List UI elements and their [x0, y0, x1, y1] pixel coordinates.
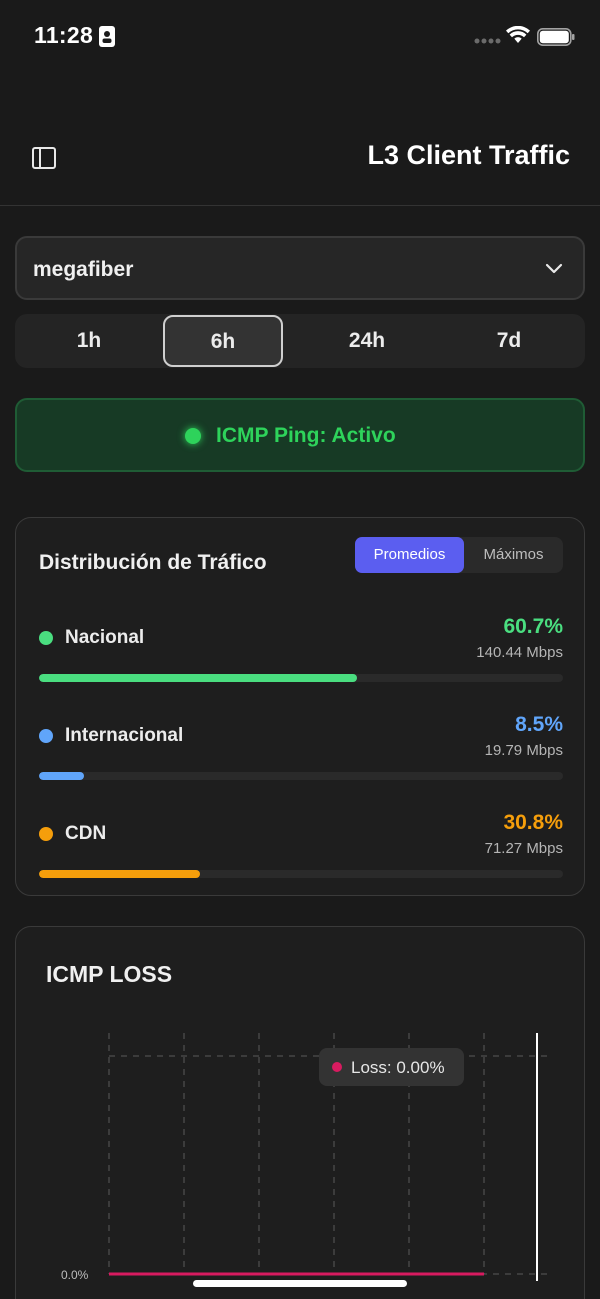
cdn-dot-icon — [39, 827, 53, 841]
sidebar-toggle-icon[interactable] — [30, 144, 58, 172]
range-tab-6h[interactable]: 6h — [163, 315, 283, 367]
y-tick-label: 0.0% — [61, 1268, 89, 1282]
time-range-tabs: 1h 6h 24h 7d — [15, 314, 585, 368]
status-dot-icon — [185, 428, 201, 444]
distribution-bar-track — [39, 772, 563, 780]
ping-status-banner: ICMP Ping: Activo — [15, 398, 585, 472]
range-tab-24h[interactable]: 24h — [295, 314, 439, 368]
nacional-dot-icon — [39, 631, 53, 645]
distribution-name: Nacional — [65, 627, 145, 648]
internacional-dot-icon — [39, 729, 53, 743]
id-card-icon — [99, 26, 115, 47]
distribution-bar-fill — [39, 870, 201, 878]
range-tab-7d[interactable]: 7d — [439, 314, 579, 368]
tooltip-dot-icon — [332, 1062, 342, 1072]
status-bar: 11:28 — [0, 0, 600, 72]
distribution-row: Nacional 60.7% 140.44 Mbps — [16, 608, 586, 698]
tooltip-text: Loss: 0.00% — [351, 1058, 445, 1077]
toggle-maximos[interactable]: Máximos — [464, 537, 563, 573]
site-select[interactable]: megafiber — [15, 236, 585, 300]
distribution-row: CDN 30.8% 71.27 Mbps — [16, 804, 586, 894]
traffic-distribution-card: Distribución de Tráfico Promedios Máximo… — [15, 517, 585, 896]
distribution-mbps: 19.79 Mbps — [484, 742, 563, 759]
distribution-percent: 8.5% — [515, 713, 563, 736]
distribution-title: Distribución de Tráfico — [39, 551, 267, 574]
distribution-mbps: 71.27 Mbps — [484, 840, 563, 857]
site-select-value: megafiber — [33, 258, 134, 281]
toggle-promedios[interactable]: Promedios — [355, 537, 464, 573]
status-time: 11:28 — [34, 22, 94, 48]
wifi-icon — [506, 26, 530, 43]
distribution-percent: 60.7% — [503, 615, 563, 638]
distribution-name: Internacional — [65, 725, 184, 746]
distribution-percent: 30.8% — [503, 811, 563, 834]
distribution-bar-track — [39, 870, 563, 878]
app-header: L3 Client Traffic — [0, 118, 600, 206]
ping-status-label: ICMP Ping: Activo — [216, 424, 396, 447]
distribution-row: Internacional 8.5% 19.79 Mbps — [16, 706, 586, 796]
icmp-loss-card: ICMP LOSS 0.0% Loss: 0.00% — [15, 926, 585, 1299]
cellular-signal-icon — [474, 38, 501, 44]
range-tab-1h[interactable]: 1h — [15, 314, 163, 368]
distribution-bar-fill — [39, 674, 358, 682]
page-title: L3 Client Traffic — [367, 140, 570, 170]
avg-max-toggle: Promedios Máximos — [355, 537, 563, 573]
loss-chart[interactable]: 0.0% Loss: 0.00% — [16, 927, 585, 1299]
chevron-down-icon — [545, 263, 563, 274]
distribution-bar-fill — [39, 772, 84, 780]
battery-icon — [537, 28, 575, 46]
distribution-name: CDN — [65, 823, 107, 844]
distribution-mbps: 140.44 Mbps — [476, 644, 563, 661]
home-indicator[interactable] — [193, 1280, 407, 1287]
distribution-bar-track — [39, 674, 563, 682]
